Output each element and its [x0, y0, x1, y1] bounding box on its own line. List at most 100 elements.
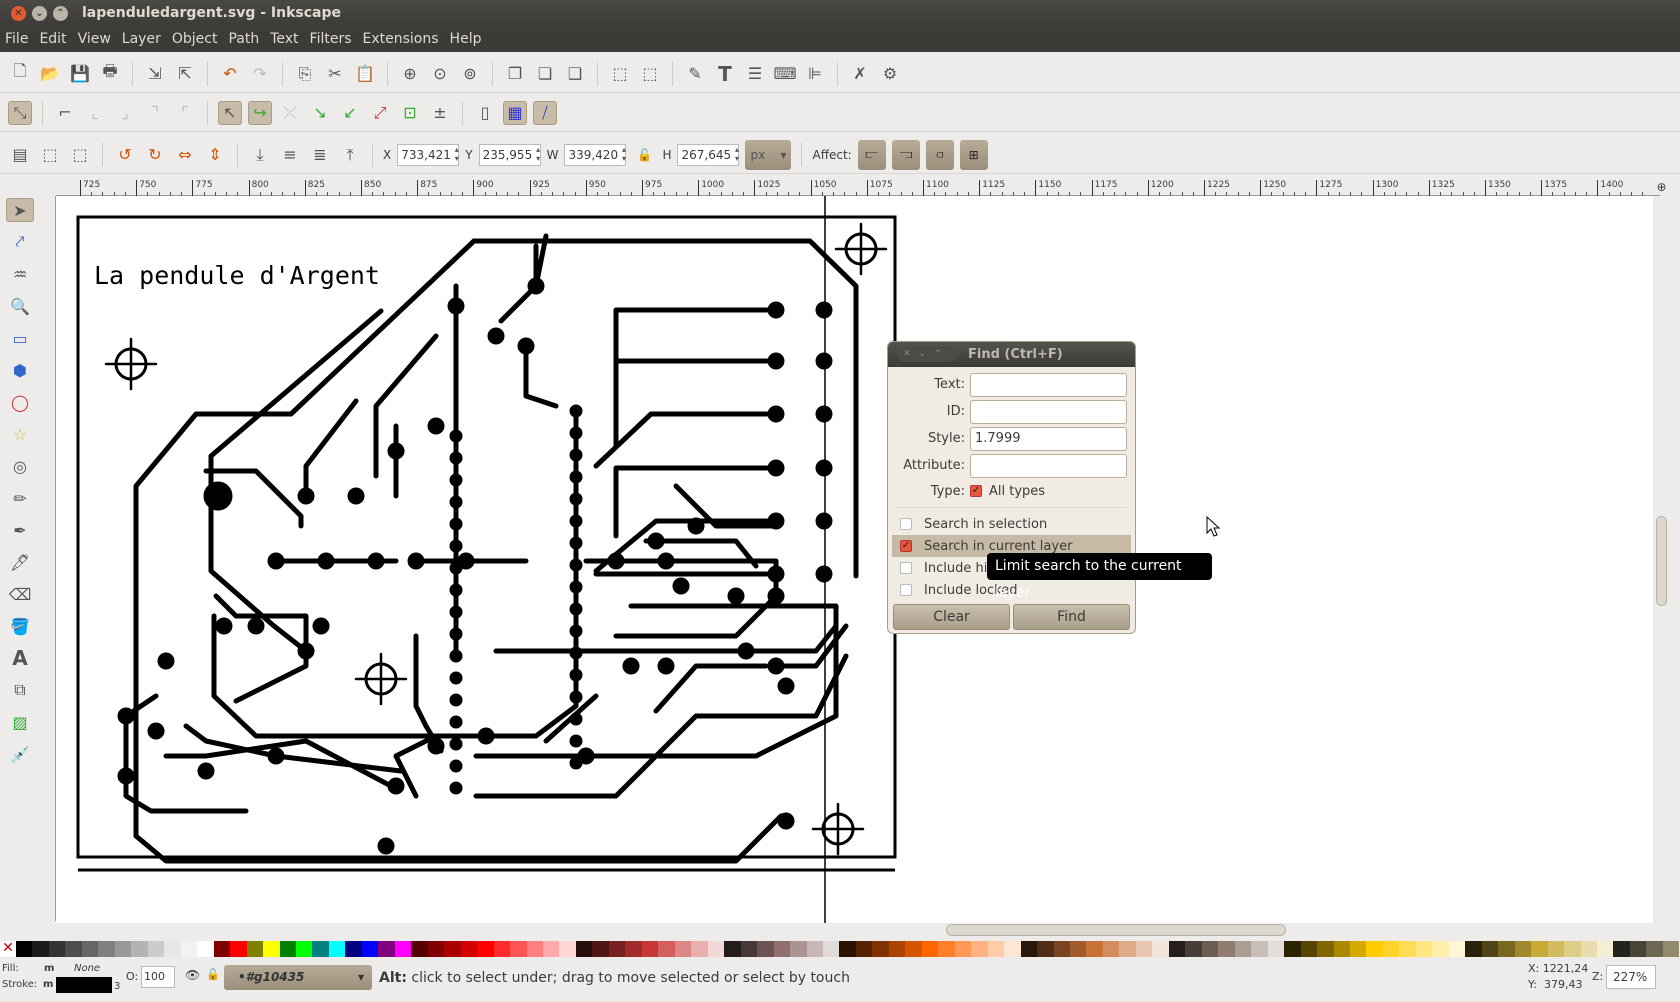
connector-tool-icon[interactable]: ⧉	[6, 678, 34, 702]
color-swatch[interactable]	[1119, 941, 1136, 957]
color-swatch[interactable]	[1448, 941, 1466, 957]
color-swatch[interactable]	[641, 941, 659, 957]
color-swatch[interactable]	[1415, 941, 1433, 957]
horizontal-scrollbar[interactable]	[56, 923, 1653, 937]
document-properties-icon[interactable]: ⚙	[878, 62, 902, 86]
color-swatch[interactable]	[180, 941, 198, 957]
color-swatch[interactable]	[131, 941, 148, 957]
pcb-pad[interactable]	[447, 297, 465, 315]
no-paint-swatch[interactable]: ✕	[0, 941, 16, 957]
pcb-pad[interactable]	[607, 552, 625, 570]
select-all-layers-icon[interactable]: ⬚	[38, 143, 62, 167]
snap-bbox-icon[interactable]: ⌐	[53, 101, 77, 125]
clone-icon[interactable]: ❏	[533, 62, 557, 86]
snap-bbox-corner-icon[interactable]: ⌟	[113, 101, 137, 125]
layers-icon[interactable]: ☰	[743, 62, 767, 86]
menu-layer[interactable]: Layer	[122, 31, 161, 47]
pcb-pad[interactable]	[767, 301, 785, 319]
pcb-trace[interactable]	[593, 307, 779, 577]
raise-top-icon[interactable]: ⤒	[338, 143, 362, 167]
attribute-input[interactable]	[970, 453, 1127, 478]
text-input[interactable]	[970, 372, 1127, 397]
paste-icon[interactable]: 📋	[353, 62, 377, 86]
include-hidden-checkbox[interactable]	[900, 562, 912, 574]
color-swatch[interactable]	[345, 941, 362, 957]
menu-view[interactable]: View	[78, 31, 111, 47]
color-swatch[interactable]	[1037, 941, 1054, 957]
pcb-pad[interactable]	[449, 473, 463, 487]
color-swatch[interactable]	[32, 941, 49, 957]
snap-page-icon[interactable]: ▯	[473, 101, 497, 125]
color-swatch[interactable]	[510, 941, 527, 957]
pcb-pad[interactable]	[267, 747, 285, 765]
pcb-pad[interactable]	[569, 756, 583, 770]
pcb-pad[interactable]	[569, 668, 583, 682]
pcb-pad[interactable]	[687, 517, 705, 535]
pcb-pad[interactable]	[449, 649, 463, 663]
color-swatch[interactable]	[295, 941, 313, 957]
y-field[interactable]: 235,955	[478, 143, 541, 166]
duplicate-icon[interactable]: ❐	[503, 62, 527, 86]
fill-stroke-icon[interactable]: ✎	[683, 62, 707, 86]
color-swatch[interactable]	[1086, 941, 1103, 957]
color-swatch[interactable]	[888, 941, 906, 957]
pcb-pad[interactable]	[449, 627, 463, 641]
pcb-pad[interactable]	[449, 781, 463, 795]
zoom-tool-icon[interactable]: 🔍	[6, 294, 34, 318]
pcb-pad[interactable]	[777, 677, 795, 695]
color-swatch[interactable]	[197, 941, 214, 957]
color-swatch[interactable]	[526, 941, 543, 957]
color-swatch[interactable]	[1514, 941, 1532, 957]
find-button[interactable]: Find	[1013, 604, 1130, 630]
menu-filters[interactable]: Filters	[310, 31, 352, 47]
text-tool-icon[interactable]: A	[6, 646, 34, 670]
horizontal-ruler[interactable]: 725 750 775 800 825 850 875 900 925 950 975 1000 102…	[56, 180, 1660, 196]
flip-vertical-icon[interactable]: ⇕	[203, 143, 227, 167]
pencil-tool-icon[interactable]: ✏	[6, 486, 34, 510]
pcb-pad[interactable]	[449, 715, 463, 729]
pcb-pad[interactable]	[449, 759, 463, 773]
pcb-pad[interactable]	[777, 812, 795, 830]
color-swatch[interactable]	[1201, 941, 1219, 957]
color-swatch[interactable]	[740, 941, 758, 957]
new-document-icon[interactable]: 🗋	[8, 61, 32, 86]
snap-paths-icon[interactable]: ↪	[248, 100, 272, 125]
pcb-pad[interactable]	[449, 561, 463, 575]
pcb-pad[interactable]	[147, 722, 165, 740]
pcb-pad[interactable]	[569, 426, 583, 440]
pcb-pad[interactable]	[367, 552, 385, 570]
pcb-pad[interactable]	[312, 617, 330, 635]
color-swatch[interactable]	[263, 941, 280, 957]
select-all-icon[interactable]: ▤	[8, 143, 32, 167]
menu-object[interactable]: Object	[172, 31, 218, 47]
pcb-pad[interactable]	[449, 583, 463, 597]
color-swatch[interactable]	[114, 941, 132, 957]
snap-nodes-icon[interactable]: ↖	[218, 100, 242, 125]
opacity-field[interactable]: 100	[141, 966, 175, 988]
color-swatch[interactable]	[1317, 941, 1334, 957]
color-swatch[interactable]	[460, 941, 478, 957]
pcb-pad[interactable]	[449, 451, 463, 465]
color-swatch[interactable]	[1251, 941, 1268, 957]
color-swatch[interactable]	[855, 941, 873, 957]
pcb-pad[interactable]	[815, 459, 833, 477]
color-swatch[interactable]	[1349, 941, 1367, 957]
color-swatch[interactable]	[1333, 941, 1350, 957]
redo-icon[interactable]: ↷	[248, 62, 272, 86]
find-dialog-titlebar[interactable]: ✕⌄⌃ Find (Ctrl+F)	[888, 342, 1135, 367]
color-swatch[interactable]	[1432, 941, 1449, 957]
pcb-pad[interactable]	[347, 487, 365, 505]
pcb-pad[interactable]	[449, 539, 463, 553]
pcb-pad[interactable]	[449, 429, 463, 443]
pcb-pad[interactable]	[449, 517, 463, 531]
pcb-pad[interactable]	[527, 277, 545, 295]
pcb-pad[interactable]	[317, 552, 335, 570]
color-swatch[interactable]	[394, 941, 412, 957]
snap-bbox-center-icon[interactable]: ⌜	[173, 101, 197, 125]
color-swatch[interactable]	[790, 941, 807, 957]
color-swatch[interactable]	[921, 941, 939, 957]
pcb-pad[interactable]	[767, 587, 785, 605]
export-icon[interactable]: ⇱	[173, 62, 197, 86]
menu-help[interactable]: Help	[450, 31, 482, 47]
pcb-pad[interactable]	[767, 512, 785, 530]
